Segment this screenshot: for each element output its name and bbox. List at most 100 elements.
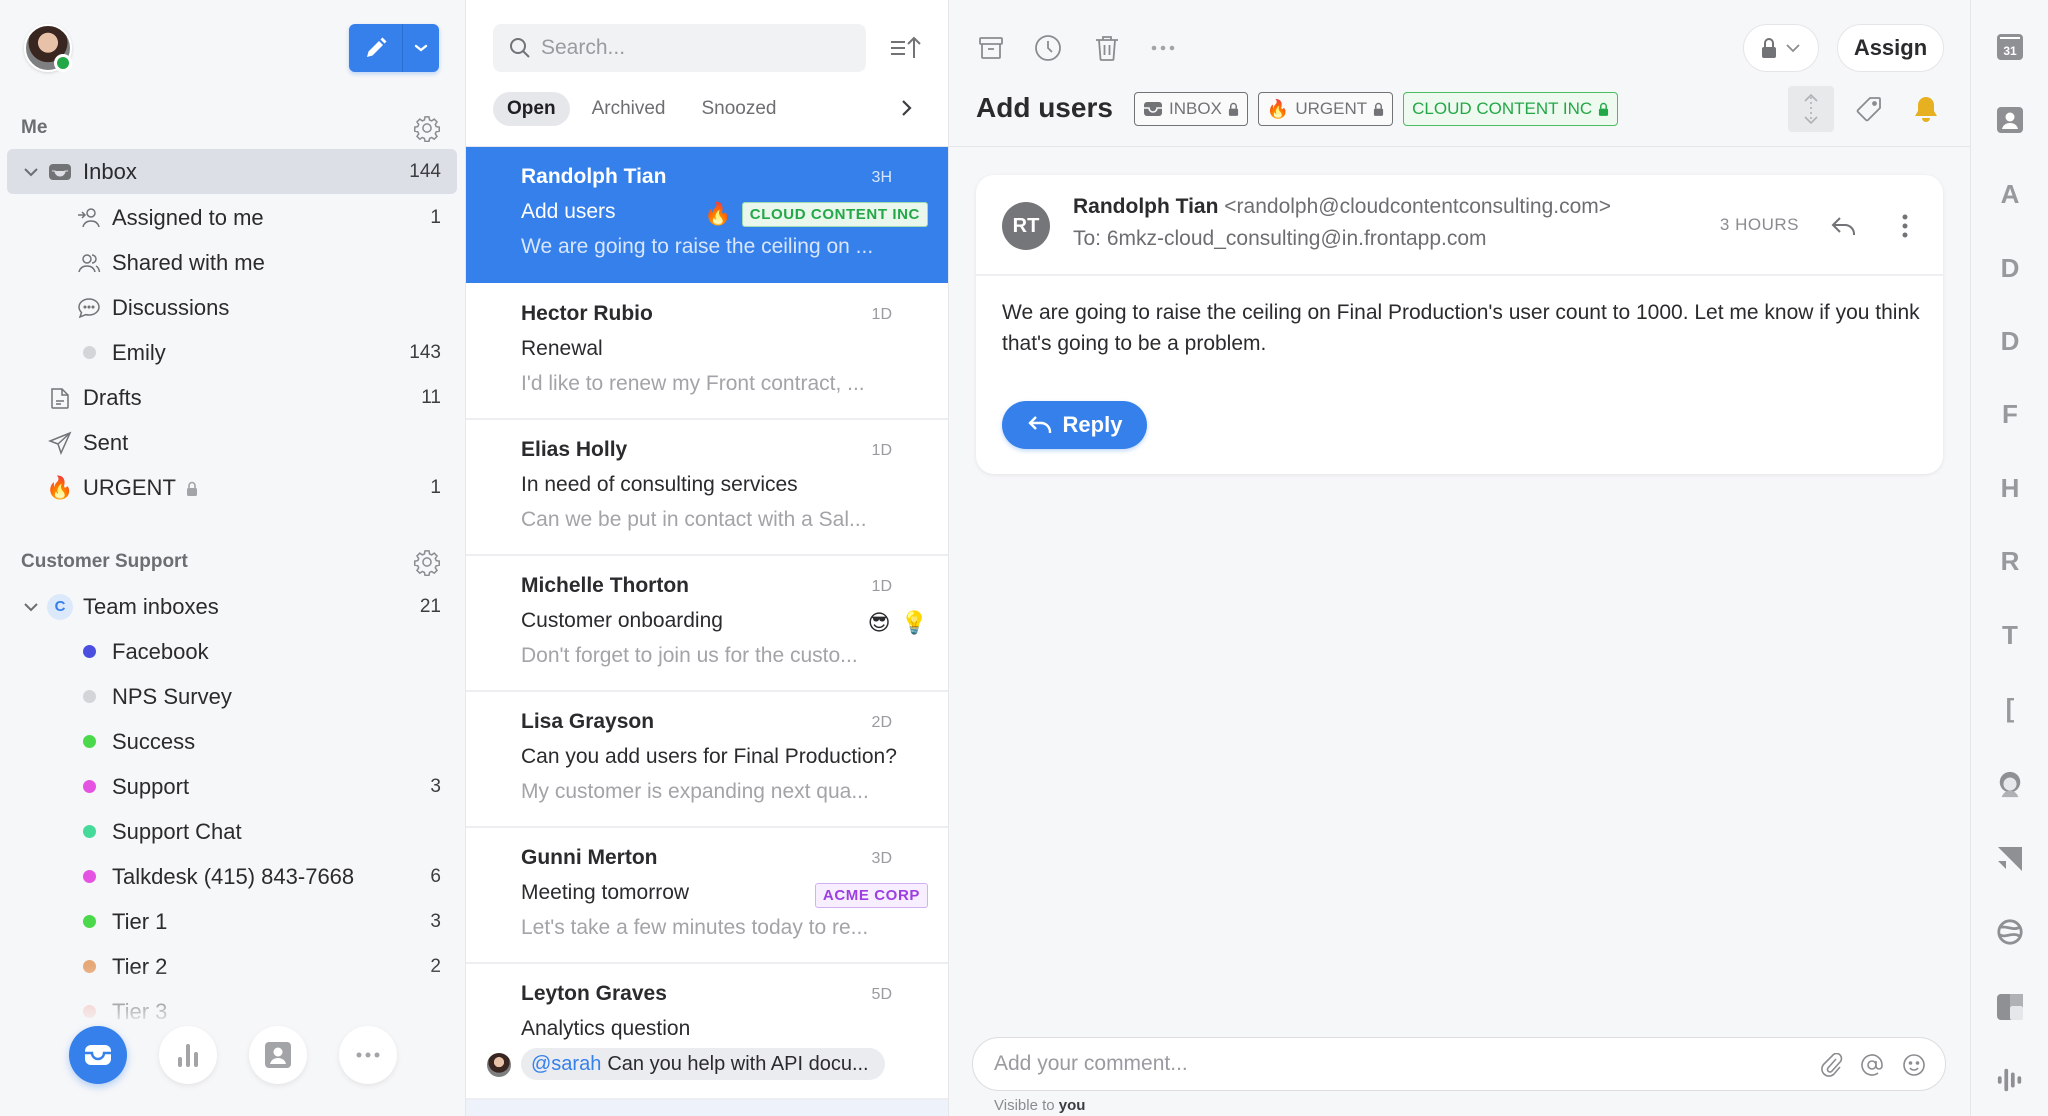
- dot-icon: [76, 864, 102, 890]
- sidebar-item-team-inbox[interactable]: Support Chat: [7, 809, 457, 854]
- tab-open[interactable]: Open: [493, 92, 570, 126]
- more-actions-button[interactable]: [1147, 32, 1179, 64]
- privacy-dropdown[interactable]: [1743, 24, 1819, 72]
- rail-integration-letter[interactable]: [: [1996, 694, 2024, 722]
- sidebar-item-team-inbox[interactable]: Success: [7, 719, 457, 764]
- sidebar-item-emily[interactable]: Emily 143: [7, 330, 457, 375]
- tag-cloud-content-inc[interactable]: CLOUD CONTENT INC: [1403, 92, 1618, 126]
- arrow-integration[interactable]: [1996, 845, 2024, 873]
- sidebar-item-team-inboxes[interactable]: C Team inboxes 21: [7, 584, 457, 629]
- gear-icon[interactable]: [413, 548, 441, 576]
- rail-integration-letter[interactable]: F: [1996, 400, 2024, 428]
- dot-icon: [76, 774, 102, 800]
- sidebar-item-assigned-to-me[interactable]: Assigned to me 1: [7, 195, 457, 240]
- mention-button[interactable]: [1859, 1052, 1885, 1078]
- conversation-item[interactable]: Lisa Grayson 2D Can you add users for Fi…: [466, 692, 948, 828]
- snooze-button[interactable]: [1032, 32, 1064, 64]
- sidebar-item-shared-with-me[interactable]: Shared with me: [7, 240, 457, 285]
- sidebar: Me Inbox 144 Assigned to me 1 Shared wit…: [0, 0, 466, 1116]
- search-input[interactable]: [541, 36, 841, 60]
- sidebar-item-team-inbox[interactable]: Tier 22: [7, 944, 457, 989]
- me-section-header: Me: [21, 113, 441, 143]
- sidebar-item-sent[interactable]: Sent: [7, 420, 457, 465]
- comment-visibility-note: Visible to you: [994, 1097, 1085, 1114]
- sidebar-item-drafts[interactable]: Drafts 11: [7, 375, 457, 420]
- sidebar-item-team-inbox[interactable]: Support3: [7, 764, 457, 809]
- tab-snoozed[interactable]: Snoozed: [687, 92, 790, 126]
- rail-integration-letter[interactable]: H: [1996, 474, 2024, 502]
- clock-icon: [1034, 34, 1062, 62]
- sidebar-item-count: 144: [409, 161, 441, 183]
- globe-integration[interactable]: [1996, 918, 2024, 946]
- contact-integration[interactable]: [1996, 106, 2024, 134]
- conversation-item[interactable]: Leyton Graves 5D Analytics question @sar…: [466, 964, 948, 1100]
- sidebar-item-discussions[interactable]: Discussions: [7, 285, 457, 330]
- conversation-subject: In need of consulting services: [521, 473, 798, 497]
- comment-text: Can you help with API docu...: [607, 1053, 868, 1076]
- sidebar-item-team-inbox[interactable]: Talkdesk (415) 843-76686: [7, 854, 457, 899]
- sidebar-item-count: 1: [430, 207, 441, 229]
- reply-button[interactable]: Reply: [1002, 401, 1147, 449]
- nav-more-button[interactable]: [339, 1026, 397, 1084]
- delete-button[interactable]: [1091, 32, 1123, 64]
- tab-archived[interactable]: Archived: [578, 92, 680, 126]
- sort-icon[interactable]: [889, 34, 921, 62]
- nav-inbox-button[interactable]: [69, 1026, 127, 1084]
- conversation-item[interactable]: Michelle Thorton 1D Customer onboarding …: [466, 556, 948, 692]
- sidebar-item-inbox[interactable]: Inbox 144: [7, 149, 457, 194]
- notification-button[interactable]: [1903, 86, 1949, 132]
- rail-integration-letter[interactable]: D: [1996, 327, 2024, 355]
- conversation-tags: INBOX 🔥 URGENT CLOUD CONTENT INC: [1134, 92, 1618, 126]
- conversation-item[interactable]: Elias Holly 1D In need of consulting ser…: [466, 420, 948, 556]
- attachment-button[interactable]: [1819, 1052, 1845, 1078]
- tag-urgent[interactable]: 🔥 URGENT: [1258, 92, 1393, 126]
- panel-integration[interactable]: [1996, 993, 2024, 1021]
- bottom-nav: [0, 1026, 466, 1092]
- soundwave-integration[interactable]: [1996, 1066, 2024, 1094]
- pencil-icon: [364, 36, 388, 60]
- conversation-item[interactable]: Hector Rubio 1D Renewal I'd like to rene…: [466, 284, 948, 420]
- chevron-down-icon[interactable]: [21, 162, 41, 182]
- archive-button[interactable]: [975, 32, 1007, 64]
- agent-integration[interactable]: [1996, 770, 2024, 798]
- kebab-menu-icon[interactable]: [1895, 211, 1915, 241]
- more-icon: [1151, 45, 1175, 51]
- gear-icon[interactable]: [413, 114, 441, 142]
- chevron-down-icon[interactable]: [21, 597, 41, 617]
- message-time: 3 HOURS: [1720, 215, 1799, 235]
- nav-analytics-button[interactable]: [159, 1026, 217, 1084]
- assigned-icon: [76, 205, 102, 231]
- conversation-subject: Meeting tomorrow: [521, 881, 689, 905]
- sidebar-item-team-inbox[interactable]: NPS Survey: [7, 674, 457, 719]
- tag-icon: [1855, 95, 1883, 123]
- message-card: RT Randolph Tian <randolph@cloudcontentc…: [976, 175, 1943, 474]
- rail-integration-letter[interactable]: T: [1996, 621, 2024, 649]
- sunglasses-emoji-icon: 😎: [868, 612, 891, 634]
- conversation-item[interactable]: Randolph Tian 3H Add users 🔥 CLOUD CONTE…: [466, 147, 948, 283]
- emoji-button[interactable]: [1901, 1052, 1927, 1078]
- sidebar-item-team-inbox[interactable]: Facebook: [7, 629, 457, 674]
- compose-options-dropdown[interactable]: [403, 24, 439, 72]
- sidebar-item-team-inbox[interactable]: Tier 13: [7, 899, 457, 944]
- calendar-integration[interactable]: 31: [1996, 33, 2024, 61]
- fire-icon: 🔥: [47, 475, 73, 501]
- rail-integration-letter[interactable]: A: [1996, 180, 2024, 208]
- chevron-right-icon[interactable]: [894, 96, 918, 120]
- dot-icon: [76, 340, 102, 366]
- search-box[interactable]: [493, 24, 866, 72]
- sidebar-item-urgent[interactable]: 🔥 URGENT 1: [7, 465, 457, 510]
- expand-collapse-button[interactable]: [1788, 86, 1834, 132]
- tag-button[interactable]: [1846, 86, 1892, 132]
- rail-integration-letter[interactable]: D: [1996, 254, 2024, 282]
- compose-button[interactable]: [349, 24, 403, 72]
- tag-cloud-content-inc[interactable]: CLOUD CONTENT INC: [742, 202, 928, 227]
- assign-button[interactable]: Assign: [1837, 24, 1944, 72]
- rail-integration-letter[interactable]: R: [1996, 547, 2024, 575]
- tag-inbox[interactable]: INBOX: [1134, 92, 1248, 126]
- nav-contacts-button[interactable]: [249, 1026, 307, 1084]
- reply-icon[interactable]: [1829, 211, 1859, 241]
- tag-acme-corp[interactable]: ACME CORP: [815, 883, 928, 908]
- sidebar-item-count: 3: [430, 776, 441, 798]
- comment-input[interactable]: [994, 1052, 1794, 1076]
- conversation-item[interactable]: Gunni Merton 3D Meeting tomorrow ACME CO…: [466, 828, 948, 964]
